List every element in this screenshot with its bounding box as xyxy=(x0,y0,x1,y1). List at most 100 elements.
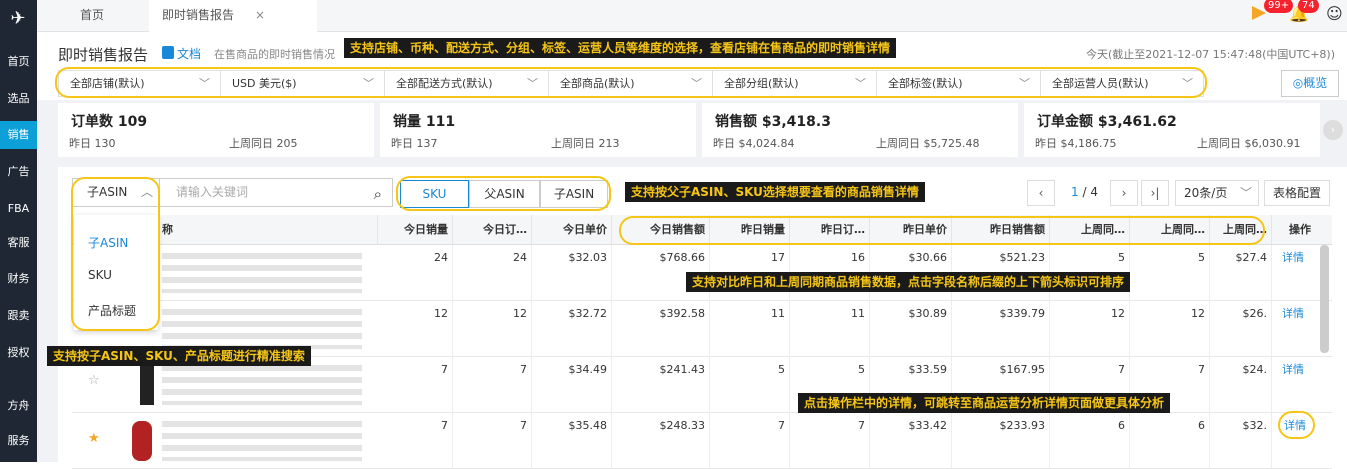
sidebar-item-selection[interactable]: 选品 xyxy=(0,85,37,113)
date-label: 今天(截止至2021-12-07 15:47:48(中国UTC+8)) xyxy=(1086,48,1336,61)
stat-card-amount: 订单金额 $3,461.62 昨日 $4,186.75 上周同日 $6,030.… xyxy=(1024,103,1320,157)
product-title-blurred xyxy=(162,421,362,461)
page-size-select[interactable]: 20条/页 ﹀ xyxy=(1175,180,1259,206)
stat-title: 销量 111 xyxy=(393,114,456,130)
cell: 7 xyxy=(453,357,532,413)
sidebar-item-fba[interactable]: FBA xyxy=(0,195,37,223)
overview-label: 概览 xyxy=(1303,76,1328,90)
detail-link[interactable]: 详情 xyxy=(1282,249,1304,265)
cell: 24 xyxy=(453,245,532,301)
cell: $248.33 xyxy=(612,413,710,469)
stat-card-sales: 销售额 $3,418.3 昨日 $4,024.84 上周同日 $5,725.48 xyxy=(702,103,1018,157)
cell: 11 xyxy=(790,301,870,357)
stat-lastweek: 上周同日 205 xyxy=(229,137,298,150)
page-indicator: 1 / 4 xyxy=(1065,180,1105,206)
annotation-compare: 支持对比昨日和上周同期商品销售数据，点击字段名称后缀的上下箭头标识可排序 xyxy=(686,272,1131,292)
detail-link[interactable]: 详情 xyxy=(1282,305,1304,321)
sidebar-item-services[interactable]: 服务 xyxy=(0,427,37,455)
close-icon[interactable]: × xyxy=(255,0,265,30)
product-image xyxy=(140,365,154,405)
stat-yesterday: 昨日 130 xyxy=(69,137,116,150)
cell: 12 xyxy=(378,301,453,357)
cell: 12 xyxy=(1130,301,1210,357)
cell: 11 xyxy=(710,301,790,357)
stat-card-orders: 订单数 109 昨日 130 上周同日 205 xyxy=(58,103,374,157)
cell: $30.89 xyxy=(870,301,952,357)
sidebar-item-ark[interactable]: 方舟 xyxy=(0,392,37,420)
stat-lastweek: 上周同日 $5,725.48 xyxy=(876,137,980,150)
doc-icon[interactable] xyxy=(162,46,174,59)
last-page-button[interactable]: ›| xyxy=(1141,180,1169,206)
cell: $33.42 xyxy=(870,413,952,469)
detail-link[interactable]: 详情 xyxy=(1282,361,1304,377)
cell: 5 xyxy=(710,357,790,413)
stat-lastweek: 上周同日 $6,030.91 xyxy=(1197,137,1301,150)
overview-button[interactable]: ◎概览 xyxy=(1281,70,1339,97)
page-desc: 在售商品的即时销售情况 xyxy=(214,48,335,61)
search-highlight xyxy=(71,177,160,331)
annotation-asin: 支持按父子ASIN、SKU选择想要查看的商品销售详情 xyxy=(625,182,925,202)
detail-highlight xyxy=(1278,411,1315,439)
alert-badge: 74 xyxy=(1298,0,1319,13)
sidebar-item-ads[interactable]: 广告 xyxy=(0,158,37,186)
cell: $233.93 xyxy=(952,413,1050,469)
cell: 6 xyxy=(1050,413,1130,469)
cell: $34.49 xyxy=(532,357,612,413)
tab-bar: 首页 即时销售报告 × xyxy=(37,0,1347,32)
sidebar-item-sales[interactable]: 销售 xyxy=(0,121,37,149)
stat-card-units: 销量 111 昨日 137 上周同日 213 xyxy=(380,103,696,157)
cell: 7 xyxy=(378,357,453,413)
stat-title: 订单数 109 xyxy=(71,114,148,130)
table-config-button[interactable]: 表格配置 xyxy=(1264,180,1330,206)
page-title: 即时销售报告 xyxy=(58,46,149,64)
product-image xyxy=(132,421,152,461)
cell: 24 xyxy=(378,245,453,301)
star-icon[interactable]: ★ xyxy=(88,431,100,446)
col-action: 操作 xyxy=(1289,223,1311,236)
cell: $339.79 xyxy=(952,301,1050,357)
tab-sales-report[interactable]: 即时销售报告 xyxy=(162,0,234,32)
search-icon[interactable]: ⌕ xyxy=(374,181,382,208)
annotation-detail: 点击操作栏中的详情，可跳转至商品运营分析详情页面做更具体分析 xyxy=(798,393,1171,413)
cell: $32.03 xyxy=(532,245,612,301)
cell: $27.4 xyxy=(1210,245,1272,301)
sidebar-item-service[interactable]: 客服 xyxy=(0,229,37,257)
sidebar-item-home[interactable]: 首页 xyxy=(0,48,37,76)
cell: $35.48 xyxy=(532,413,612,469)
stat-lastweek: 上周同日 213 xyxy=(551,137,620,150)
page-current[interactable]: 1 xyxy=(1065,185,1079,199)
filters-highlight xyxy=(55,67,1207,98)
col-today-price[interactable]: 今日单价 xyxy=(532,215,612,245)
stat-title: 订单金额 $3,461.62 xyxy=(1037,114,1177,130)
eye-icon: ◎ xyxy=(1292,76,1304,90)
page-total: / 4 xyxy=(1082,185,1098,199)
next-page-button[interactable]: › xyxy=(1110,180,1138,206)
product-title-blurred xyxy=(162,253,362,293)
col-today-orders[interactable]: 今日订… xyxy=(453,215,532,245)
sidebar-item-auth[interactable]: 授权 xyxy=(0,339,37,367)
tab-home[interactable]: 首页 xyxy=(80,0,104,32)
page-size-value: 20条/页 xyxy=(1184,186,1228,200)
col-today-units[interactable]: 今日销量 xyxy=(378,215,453,245)
compare-highlight xyxy=(619,216,1265,245)
scrollbar[interactable] xyxy=(1320,245,1329,353)
cell: 12 xyxy=(1050,301,1130,357)
cell: $26. xyxy=(1210,301,1272,357)
stat-yesterday: 昨日 137 xyxy=(391,137,438,150)
cell: $32.72 xyxy=(532,301,612,357)
search-input[interactable]: 请输入关键词 ⌕ xyxy=(160,178,393,207)
doc-link[interactable]: 文档 xyxy=(177,45,201,62)
chevron-right-icon[interactable]: › xyxy=(1323,120,1343,140)
annotation-search: 支持按子ASIN、SKU、产品标题进行精准搜索 xyxy=(47,346,311,366)
stat-yesterday: 昨日 $4,024.84 xyxy=(713,137,795,150)
star-icon[interactable]: ☆ xyxy=(88,373,100,388)
cell: 5 xyxy=(1130,245,1210,301)
sidebar-item-follow[interactable]: 跟卖 xyxy=(0,302,37,330)
prev-page-button[interactable]: ‹ xyxy=(1027,180,1055,206)
avatar[interactable]: ☺ xyxy=(1326,4,1344,26)
sidebar-item-finance[interactable]: 财务 xyxy=(0,265,37,293)
cell: $392.58 xyxy=(612,301,710,357)
table-row: ★ 7 7 $35.48 $248.33 7 7 $33.42 $233.93 … xyxy=(72,413,1332,469)
logo-icon[interactable]: ✈ xyxy=(4,6,32,32)
product-title-blurred xyxy=(162,365,362,405)
